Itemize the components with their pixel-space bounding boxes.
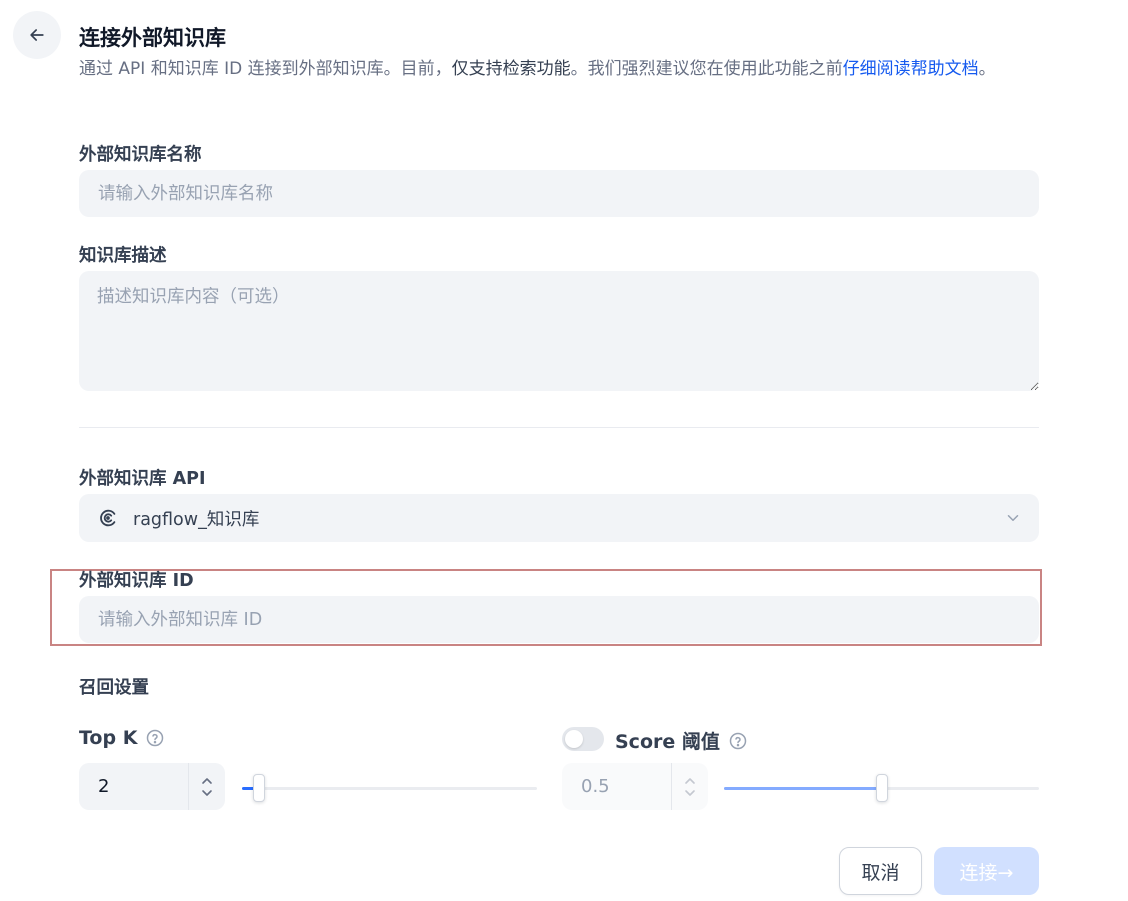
help-circle-icon[interactable] [728,731,748,751]
kb-desc-label: 知识库描述 [79,246,167,266]
top-k-label-row: Top K [79,727,165,749]
chevron-down-icon [202,789,212,796]
back-button[interactable] [13,11,61,59]
kb-desc-textarea[interactable] [79,271,1039,391]
arrow-left-icon [30,29,44,41]
chevron-down-icon [685,789,695,796]
kb-id-input[interactable] [79,596,1039,643]
kb-id-label: 外部知识库 ID [79,571,194,591]
score-threshold-value: 0.5 [581,776,610,797]
top-k-slider-track[interactable] [242,787,537,790]
kb-name-input[interactable] [79,170,1039,217]
chevron-down-icon [1007,515,1019,521]
description-prefix: 通过 API 和知识库 ID 连接到外部知识库。目前， [79,59,452,79]
connect-button[interactable]: 连接→ [934,847,1039,895]
decrement-button[interactable] [200,788,214,798]
kb-api-select[interactable]: ragflow_知识库 [79,494,1039,542]
top-k-stepper-arrows [188,763,225,810]
help-doc-link[interactable]: 仔细阅读帮助文档 [843,59,979,79]
chevron-up-icon [202,777,212,784]
kb-api-selected-value: ragflow_知识库 [133,509,260,530]
cancel-button[interactable]: 取消 [839,847,922,895]
description-middle: 。我们强烈建议您在使用此功能之前 [570,59,843,79]
page-description: 通过 API 和知识库 ID 连接到外部知识库。目前，仅支持检索功能。我们强烈建… [79,57,1039,82]
description-suffix: 。 [978,59,996,79]
top-k-stepper[interactable]: 2 [79,763,225,810]
toggle-knob [565,730,583,748]
score-threshold-toggle[interactable] [562,727,604,751]
score-slider-thumb[interactable] [875,774,888,802]
score-threshold-stepper[interactable]: 0.5 [562,763,708,810]
score-label-row: Score 阈值 [615,727,748,754]
score-slider-fill [724,787,882,790]
score-threshold-label: Score 阈值 [615,731,720,753]
ragflow-api-icon [96,506,120,530]
page-title: 连接外部知识库 [79,26,226,50]
increment-button[interactable] [200,776,214,786]
kb-api-label: 外部知识库 API [79,469,206,489]
section-divider [79,427,1039,428]
score-stepper-arrows [671,763,708,810]
chevron-up-icon [685,777,695,784]
top-k-slider-thumb[interactable] [253,774,266,802]
help-circle-icon[interactable] [145,728,165,748]
top-k-label: Top K [79,727,138,749]
retrieval-settings-label: 召回设置 [79,678,149,698]
kb-name-label: 外部知识库名称 [79,145,202,165]
description-strong: 仅支持检索功能 [451,59,571,79]
increment-button[interactable] [683,776,697,786]
top-k-value: 2 [98,776,110,797]
decrement-button[interactable] [683,788,697,798]
